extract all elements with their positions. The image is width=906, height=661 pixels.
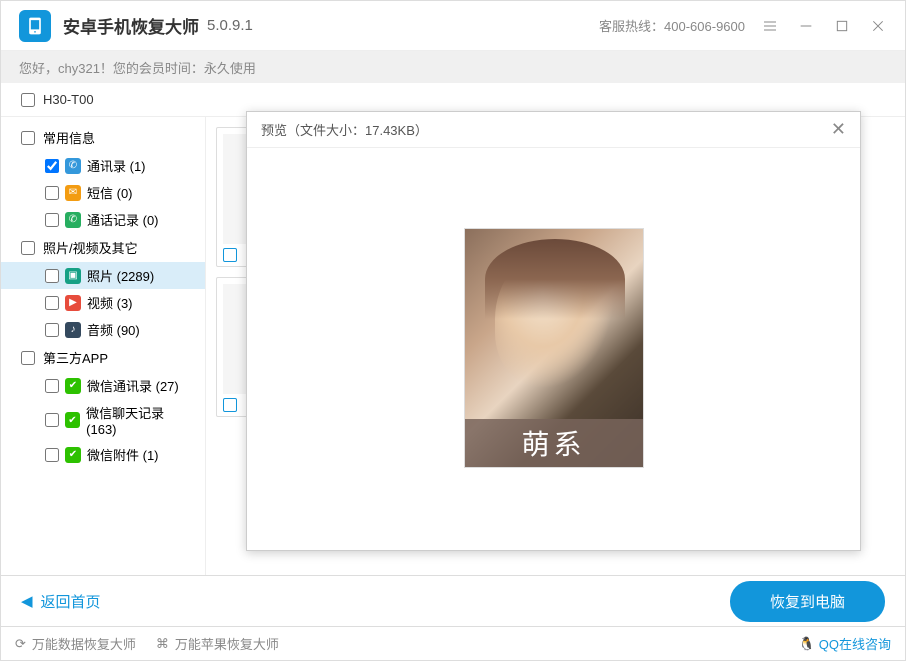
category-label: 照片/视频及其它 [43,238,138,257]
wechat-icon: ✔ [65,447,81,463]
maximize-icon[interactable] [833,17,851,35]
modal-header: 预览（文件大小：17.43KB） ✕ [247,112,860,148]
modal-title: 预览（文件大小：17.43KB） [261,120,428,139]
item-checkbox[interactable] [45,323,59,337]
category-media[interactable]: 照片/视频及其它 [1,233,205,262]
menu-icon[interactable] [761,17,779,35]
audio-icon: ♪ [65,322,81,338]
sidebar-item-wx-contacts[interactable]: ✔ 微信通讯录 (27) [1,372,205,399]
close-icon[interactable] [869,17,887,35]
item-checkbox[interactable] [45,379,59,393]
device-name: H30-T00 [43,92,94,107]
sidebar-item-calllog[interactable]: ✆ 通话记录 (0) [1,206,205,233]
wechat-icon: ✔ [65,378,81,394]
item-label: 微信附件 (1) [87,445,159,464]
item-label: 微信通讯录 (27) [87,376,179,395]
back-label: 返回首页 [41,591,101,612]
category-checkbox[interactable] [21,131,35,145]
sidebar-item-sms[interactable]: ✉ 短信 (0) [1,179,205,206]
category-label: 第三方APP [43,348,108,367]
category-checkbox[interactable] [21,351,35,365]
footer-label: 万能数据恢复大师 [32,634,136,653]
app-logo-icon [19,10,51,42]
back-arrow-icon: ◀ [21,592,33,610]
item-checkbox[interactable] [45,186,59,200]
sidebar-item-audio[interactable]: ♪ 音频 (90) [1,316,205,343]
footer-link-data-recovery[interactable]: ⟳ 万能数据恢复大师 [15,634,136,653]
category-checkbox[interactable] [21,241,35,255]
item-checkbox[interactable] [45,296,59,310]
phone-icon: ✆ [65,212,81,228]
video-icon: ▶ [65,295,81,311]
thumb-checkbox[interactable] [223,248,237,262]
photo-icon: ▣ [65,268,81,284]
app-version: 5.0.9.1 [207,17,253,34]
thumb-checkbox[interactable] [223,398,237,412]
sidebar-item-contacts[interactable]: ✆ 通讯录 (1) [1,152,205,179]
category-label: 常用信息 [43,128,95,147]
item-label: 音频 (90) [87,320,140,339]
recover-button[interactable]: 恢复到电脑 [730,581,885,622]
item-label: 短信 (0) [87,183,133,202]
sidebar-item-videos[interactable]: ▶ 视频 (3) [1,289,205,316]
app-title: 安卓手机恢复大师 [63,13,199,38]
category-common[interactable]: 常用信息 [1,123,205,152]
item-checkbox[interactable] [45,448,59,462]
footer-link-apple-recovery[interactable]: ⌘ 万能苹果恢复大师 [156,634,279,653]
footer-label: 万能苹果恢复大师 [175,634,279,653]
device-checkbox[interactable] [21,93,35,107]
item-label: 照片 (2289) [87,266,154,285]
modal-body: 萌系 [247,148,860,548]
sms-icon: ✉ [65,185,81,201]
footer: ⟳ 万能数据恢复大师 ⌘ 万能苹果恢复大师 🐧 QQ在线咨询 [1,626,905,660]
wechat-icon: ✔ [65,412,81,428]
item-checkbox[interactable] [45,159,59,173]
qq-icon: 🐧 [799,636,815,652]
sidebar-item-photos[interactable]: ▣ 照片 (2289) [1,262,205,289]
item-label: 通讯录 (1) [87,156,146,175]
item-checkbox[interactable] [45,413,59,427]
bottom-bar: ◀ 返回首页 恢复到电脑 [1,576,905,626]
qq-label: QQ在线咨询 [819,634,891,653]
preview-image-card: 萌系 [464,228,644,468]
minimize-icon[interactable] [797,17,815,35]
hotline-text: 客服热线：400-606-9600 [599,16,745,35]
sidebar: 常用信息 ✆ 通讯录 (1) ✉ 短信 (0) ✆ 通话记录 (0) 照片/视频… [1,117,206,575]
item-label: 通话记录 (0) [87,210,159,229]
welcome-text: 您好，chy321！您的会员时间：永久使用 [19,58,256,77]
modal-close-icon[interactable]: ✕ [831,119,846,140]
item-label: 微信聊天记录 (163) [86,403,195,437]
item-checkbox[interactable] [45,269,59,283]
sidebar-item-wx-chat[interactable]: ✔ 微信聊天记录 (163) [1,399,205,441]
preview-modal: 预览（文件大小：17.43KB） ✕ 萌系 [246,111,861,551]
sidebar-item-wx-attach[interactable]: ✔ 微信附件 (1) [1,441,205,468]
preview-caption: 萌系 [465,419,643,467]
qq-support-link[interactable]: 🐧 QQ在线咨询 [799,634,891,653]
welcome-bar: 您好，chy321！您的会员时间：永久使用 [1,51,905,83]
titlebar: 安卓手机恢复大师 5.0.9.1 客服热线：400-606-9600 [1,1,905,51]
item-checkbox[interactable] [45,213,59,227]
back-home-link[interactable]: ◀ 返回首页 [21,591,101,612]
refresh-icon: ⟳ [15,636,26,652]
item-label: 视频 (3) [87,293,133,312]
contacts-icon: ✆ [65,158,81,174]
apple-icon: ⌘ [156,636,169,652]
category-thirdparty[interactable]: 第三方APP [1,343,205,372]
